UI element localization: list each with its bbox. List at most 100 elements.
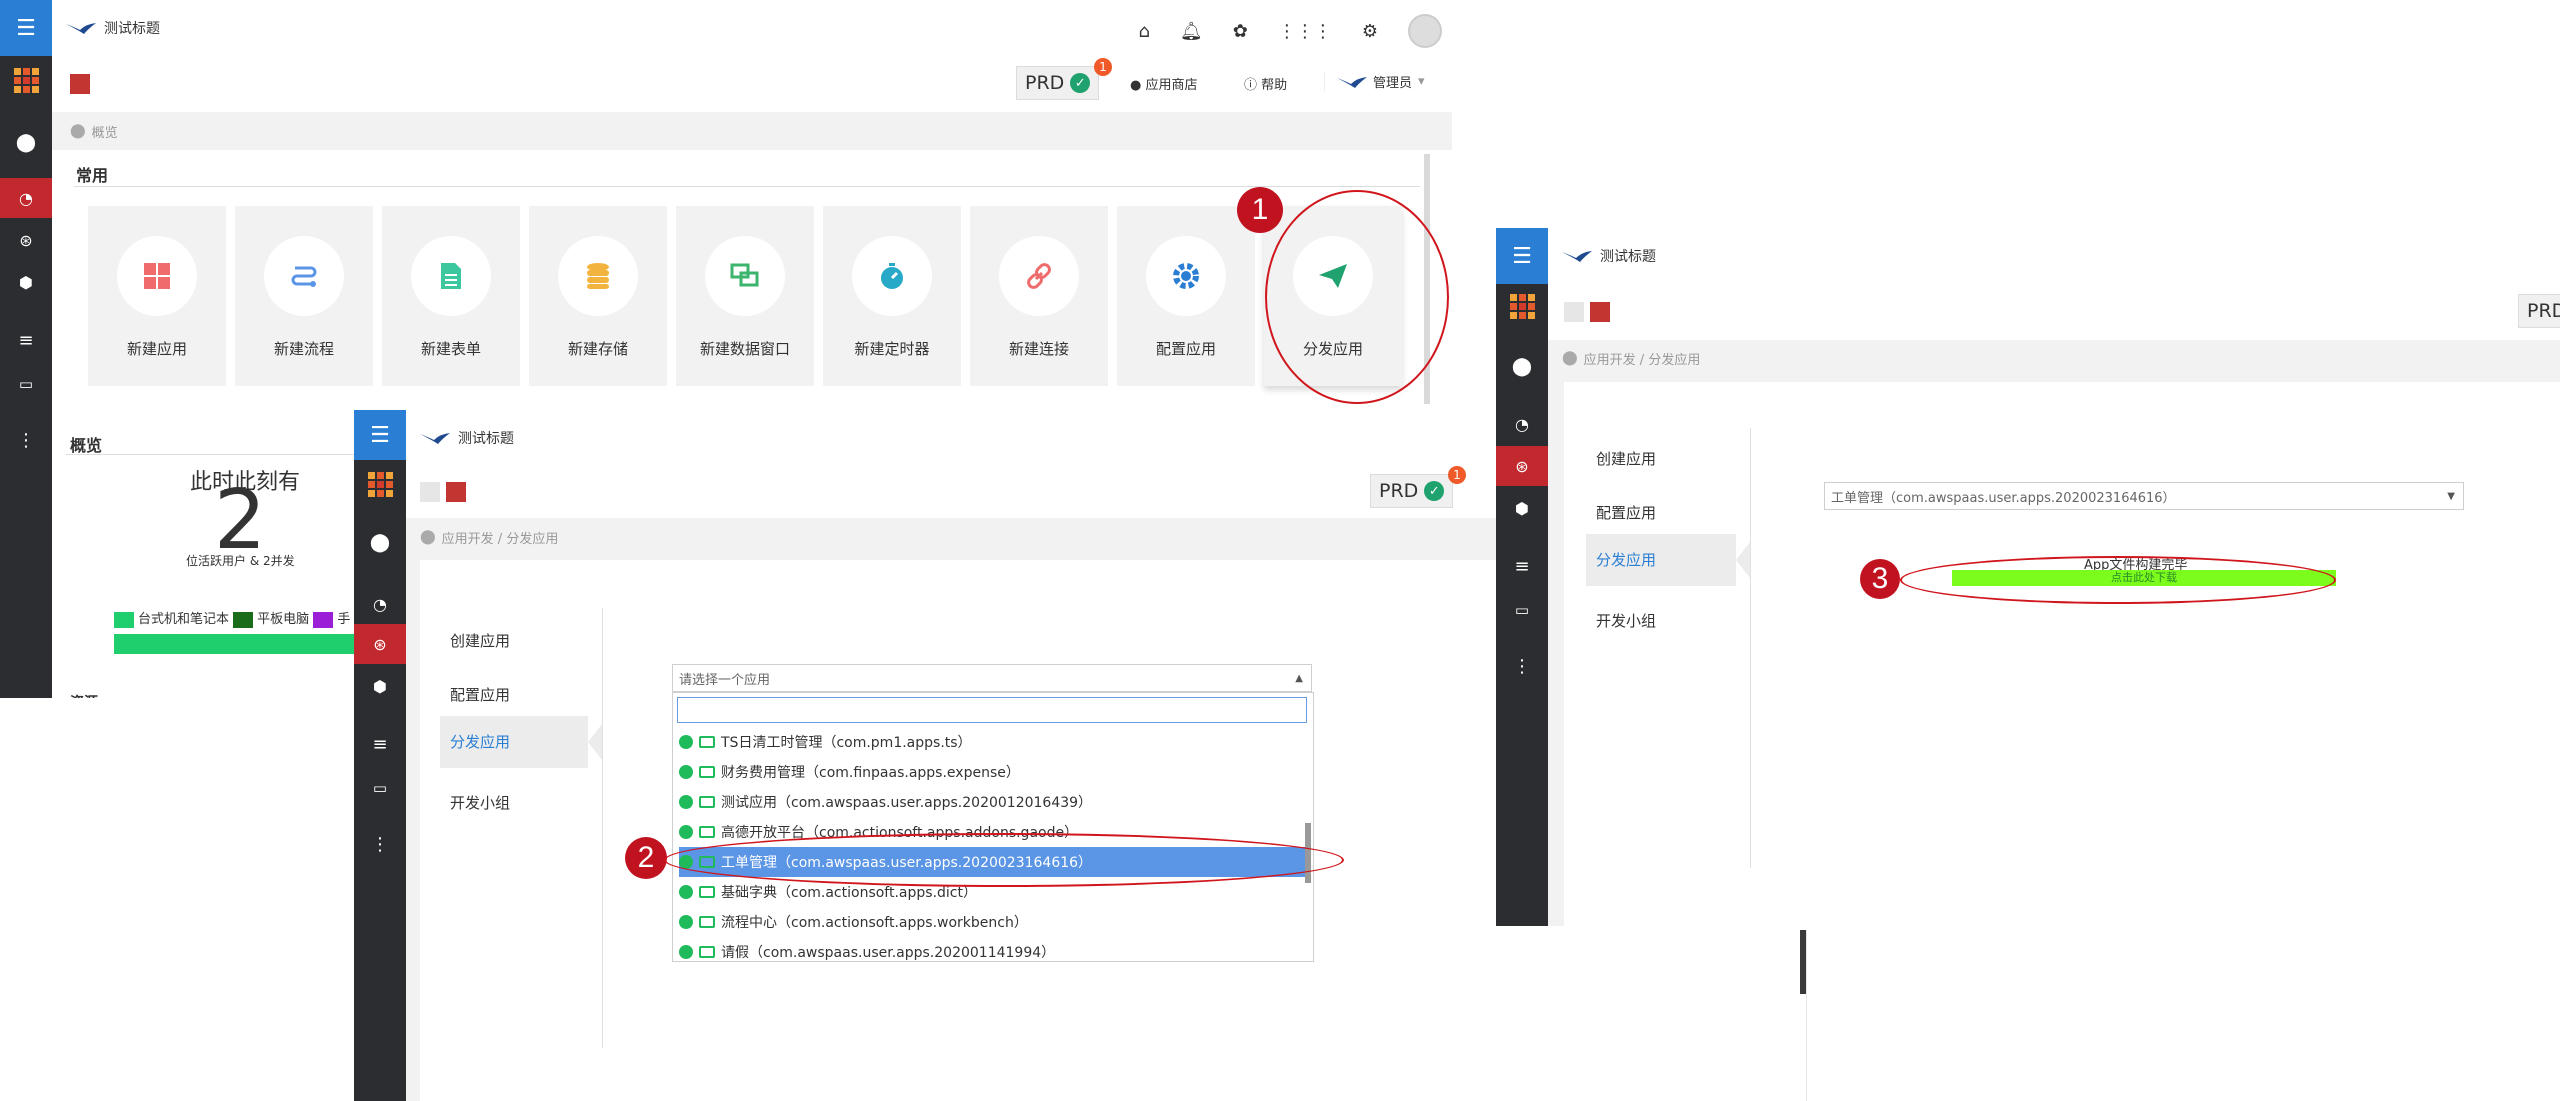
- option-item[interactable]: 请假（com.awspaas.user.apps.202001141994）: [679, 937, 1307, 961]
- nav-publish-app[interactable]: 分发应用: [440, 716, 588, 768]
- tab-square[interactable]: [420, 482, 440, 502]
- dashboard-icon[interactable]: ◔: [354, 586, 406, 622]
- content-area: 创建应用 配置应用 分发应用 开发小组 请选择一个应用 ▲ TS日清工时管理（c…: [420, 560, 1500, 1101]
- tile-new-flow[interactable]: 新建流程: [235, 206, 373, 386]
- list-icon[interactable]: ≡: [0, 322, 52, 358]
- database-icon: [587, 263, 609, 289]
- nav-config-app[interactable]: 配置应用: [1596, 502, 1656, 523]
- logo-bird-icon: [420, 433, 450, 444]
- user-menu[interactable]: 管理员 ▾: [1324, 72, 1425, 91]
- nav-create-app[interactable]: 创建应用: [450, 630, 510, 651]
- select-placeholder: 请选择一个应用: [679, 672, 771, 688]
- menu-toggle-icon[interactable]: ☰: [0, 0, 52, 56]
- help-label: 帮助: [1261, 78, 1288, 93]
- option-item[interactable]: TS日清工时管理（com.pm1.apps.ts）: [679, 727, 1307, 757]
- tile-config-app[interactable]: 配置应用: [1117, 206, 1255, 386]
- sidebar: ☰ ⬤ ◔ ⊛ ⬢ ≡ ▭ ⋮: [0, 0, 52, 698]
- nav-dev-team[interactable]: 开发小组: [450, 792, 510, 813]
- cube-icon[interactable]: ⬢: [1496, 490, 1548, 526]
- form-icon: [441, 263, 461, 289]
- summary-title: 概览: [70, 436, 103, 455]
- app-grid-icon[interactable]: [354, 464, 406, 504]
- list-icon[interactable]: ≡: [354, 726, 406, 762]
- avatar[interactable]: [1408, 14, 1442, 48]
- tile-label: 新建存储: [567, 340, 628, 358]
- partial-panel-divider: [1806, 930, 1807, 1101]
- monitor-icon[interactable]: ▭: [354, 770, 406, 806]
- tile-new-timer[interactable]: 新建定时器: [823, 206, 961, 386]
- settings-icon[interactable]: ⚙: [1362, 21, 1378, 42]
- app-icon[interactable]: ⊛: [0, 222, 52, 258]
- dashboard-icon[interactable]: ◔: [0, 178, 52, 218]
- app-store-link[interactable]: ● 应用商店: [1130, 74, 1198, 93]
- home-tab-square[interactable]: [70, 74, 90, 94]
- location-icon[interactable]: ⬤: [354, 522, 406, 562]
- option-item[interactable]: 流程中心（com.actionsoft.apps.workbench）: [679, 907, 1307, 937]
- monitor-icon[interactable]: ▭: [1496, 592, 1548, 628]
- gear-icon: [1173, 263, 1199, 289]
- sub-header: PRD ✓ 1 ● 应用商店 ⓘ 帮助 管理员 ▾: [52, 56, 1452, 113]
- tile-new-connection[interactable]: 新建连接: [970, 206, 1108, 386]
- option-label: 流程中心（com.actionsoft.apps.workbench）: [721, 915, 1028, 931]
- env-indicator[interactable]: PRD ✓: [1016, 66, 1100, 100]
- monitor-icon[interactable]: ▭: [0, 366, 52, 402]
- palette-icon[interactable]: ✿: [1233, 21, 1248, 42]
- menu-toggle-icon[interactable]: ☰: [354, 410, 406, 460]
- tab-square[interactable]: [1564, 302, 1584, 322]
- list-icon[interactable]: ≡: [1496, 548, 1548, 584]
- nav-publish-app[interactable]: 分发应用: [1586, 534, 1736, 586]
- app-select[interactable]: 请选择一个应用 ▲: [672, 664, 1312, 692]
- apps-icon[interactable]: ⋮⋮⋮: [1278, 21, 1332, 42]
- dashboard-icon[interactable]: ◔: [1496, 406, 1548, 442]
- dropdown-search-input[interactable]: [677, 697, 1307, 723]
- more-icon[interactable]: ⋮: [1496, 646, 1548, 686]
- grid-icon: [144, 263, 170, 289]
- app-grid-icon[interactable]: [1496, 286, 1548, 326]
- menu-toggle-icon[interactable]: ☰: [1496, 228, 1548, 284]
- legend-desktop: 台式机和笔记本: [138, 612, 230, 627]
- app-icon[interactable]: ⊛: [354, 624, 406, 664]
- bell-icon[interactable]: 🔔︎: [1180, 21, 1203, 42]
- home-icon[interactable]: ⌂: [1138, 21, 1149, 42]
- env-indicator[interactable]: PRD ✓: [1370, 474, 1454, 508]
- home-tab-square[interactable]: [1590, 302, 1610, 322]
- cube-icon[interactable]: ⬢: [354, 668, 406, 704]
- env-indicator[interactable]: PRD: [2518, 294, 2560, 328]
- app-title: 测试标题: [458, 431, 514, 447]
- option-label: 请假（com.awspaas.user.apps.202001141994）: [721, 945, 1056, 961]
- tile-new-storage[interactable]: 新建存储: [529, 206, 667, 386]
- nav-dev-team[interactable]: 开发小组: [1596, 610, 1656, 631]
- location-icon[interactable]: ⬤: [1496, 346, 1548, 386]
- cube-icon[interactable]: ⬢: [0, 264, 52, 300]
- tile-new-data-window[interactable]: 新建数据窗口: [676, 206, 814, 386]
- sidebar: ☰ ⬤ ◔ ⊛ ⬢ ≡ ▭ ⋮: [1496, 228, 1548, 926]
- app-logo[interactable]: 测试标题: [66, 18, 160, 38]
- more-icon[interactable]: ⋮: [354, 824, 406, 864]
- help-link[interactable]: ⓘ 帮助: [1244, 74, 1287, 93]
- tile-new-form[interactable]: 新建表单: [382, 206, 520, 386]
- option-item[interactable]: 财务费用管理（com.finpaas.apps.expense）: [679, 757, 1307, 787]
- app-select[interactable]: 工单管理（com.awspaas.user.apps.2020023164616…: [1824, 482, 2464, 510]
- location-icon[interactable]: ⬤: [0, 122, 52, 162]
- callout-2: 2: [625, 837, 667, 879]
- option-item[interactable]: 测试应用（com.awspaas.user.apps.2020012016439…: [679, 787, 1307, 817]
- user-name: 管理员: [1373, 76, 1413, 91]
- breadcrumb-text: 应用开发 / 分发应用: [441, 531, 559, 547]
- app-logo[interactable]: 测试标题: [420, 428, 514, 448]
- env-label: PRD: [1379, 480, 1419, 502]
- tile-new-app[interactable]: 新建应用: [88, 206, 226, 386]
- app-icon[interactable]: ⊛: [1496, 446, 1548, 486]
- app-logo[interactable]: 测试标题: [1562, 246, 1656, 266]
- active-sub: 位活跃用户 & 2并发: [186, 554, 295, 568]
- more-icon[interactable]: ⋮: [0, 420, 52, 460]
- env-label: PRD: [2527, 300, 2560, 322]
- chevron-down-icon: ▾: [1418, 74, 1425, 89]
- home-tab-square[interactable]: [446, 482, 466, 502]
- content-area: 创建应用 配置应用 分发应用 开发小组 工单管理（com.awspaas.use…: [1564, 382, 2560, 926]
- app-grid-icon[interactable]: [0, 60, 52, 100]
- device-legend: 台式机和笔记本 平板电脑 手: [114, 608, 350, 628]
- highlight-ring-3: [1900, 556, 2336, 604]
- nav-create-app[interactable]: 创建应用: [1596, 448, 1656, 469]
- nav-config-app[interactable]: 配置应用: [450, 684, 510, 705]
- tile-label: 新建数据窗口: [699, 340, 790, 358]
